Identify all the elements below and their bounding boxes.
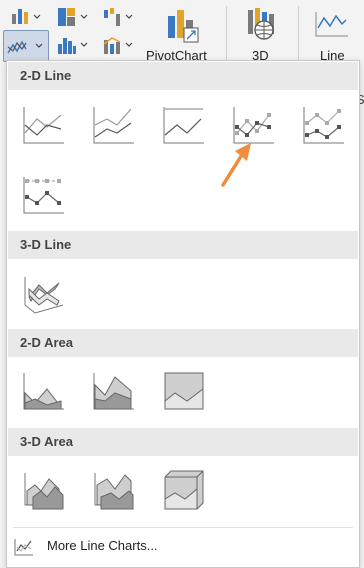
sparkline-line-icon	[315, 12, 348, 37]
combo-chart-button[interactable]	[102, 34, 136, 61]
3d-stacked-area-chart-icon	[94, 473, 134, 510]
line-chart-icon	[23, 107, 64, 144]
100-stacked-area-chart-icon	[164, 372, 204, 410]
3d-map-button[interactable]: 3D	[238, 4, 288, 63]
statistic-chart-button[interactable]	[56, 34, 90, 61]
3d-stacked-area-chart-option[interactable]	[91, 467, 135, 511]
line-chart-icon	[7, 40, 43, 54]
stacked-line-chart-option[interactable]	[91, 103, 135, 147]
pivotchart-icon	[168, 10, 199, 43]
pointer-arrow-icon	[221, 143, 251, 187]
100-stacked-line-with-markers-icon	[23, 177, 64, 214]
more-line-charts-label: More Line Charts...	[47, 538, 158, 553]
section-header-3d-area: 3-D Area	[8, 428, 358, 456]
section-header-3d-line: 3-D Line	[8, 231, 358, 259]
combo-chart-icon	[103, 37, 133, 54]
section-header-2d-area: 2-D Area	[8, 329, 358, 357]
line-chart-dropdown: 2-D Line 3-D Line 2-D Area 3-D Area More…	[6, 60, 360, 568]
column-chart-icon	[12, 9, 41, 24]
100-stacked-area-chart-option[interactable]	[161, 369, 205, 413]
3d-line-chart-icon	[24, 277, 64, 314]
stacked-area-chart-icon	[93, 373, 134, 410]
stacked-line-chart-icon	[93, 107, 134, 144]
3d-line-chart-option[interactable]	[21, 271, 65, 315]
100-stacked-line-with-markers-option[interactable]	[21, 173, 65, 217]
line-chart-small-icon	[14, 539, 33, 556]
3d-100-stacked-area-chart-option[interactable]	[161, 467, 205, 511]
waterfall-chart-icon	[104, 8, 133, 26]
column-chart-button[interactable]	[10, 6, 44, 33]
area-chart-option[interactable]	[21, 369, 65, 413]
stacked-line-with-markers-icon	[303, 107, 344, 144]
waterfall-chart-button[interactable]	[102, 6, 136, 33]
ribbon-divider	[226, 6, 227, 60]
line-sparkline-button[interactable]: Line	[308, 4, 358, 63]
ribbon-divider	[298, 6, 299, 60]
stacked-area-chart-option[interactable]	[91, 369, 135, 413]
pivotchart-button[interactable]: PivotChart	[146, 4, 220, 63]
ribbon: PivotChart 3D Line S	[0, 0, 364, 107]
hierarchy-chart-button[interactable]	[56, 6, 90, 33]
100-stacked-line-chart-option[interactable]	[161, 103, 205, 147]
line-chart-button[interactable]	[3, 30, 49, 62]
line-chart-option[interactable]	[21, 103, 65, 147]
3d-area-chart-icon	[24, 473, 64, 510]
hierarchy-chart-icon	[58, 8, 88, 26]
more-line-charts-item[interactable]: More Line Charts...	[7, 527, 357, 567]
histogram-chart-icon	[58, 38, 88, 54]
globe-map-icon	[248, 8, 274, 40]
3d-area-chart-option[interactable]	[21, 467, 65, 511]
100-stacked-line-chart-icon	[163, 107, 204, 144]
section-header-2d-line: 2-D Line	[8, 62, 358, 90]
area-chart-icon	[23, 373, 64, 410]
3d-100-stacked-area-chart-icon	[164, 470, 204, 510]
stacked-line-with-markers-option[interactable]	[301, 103, 345, 147]
